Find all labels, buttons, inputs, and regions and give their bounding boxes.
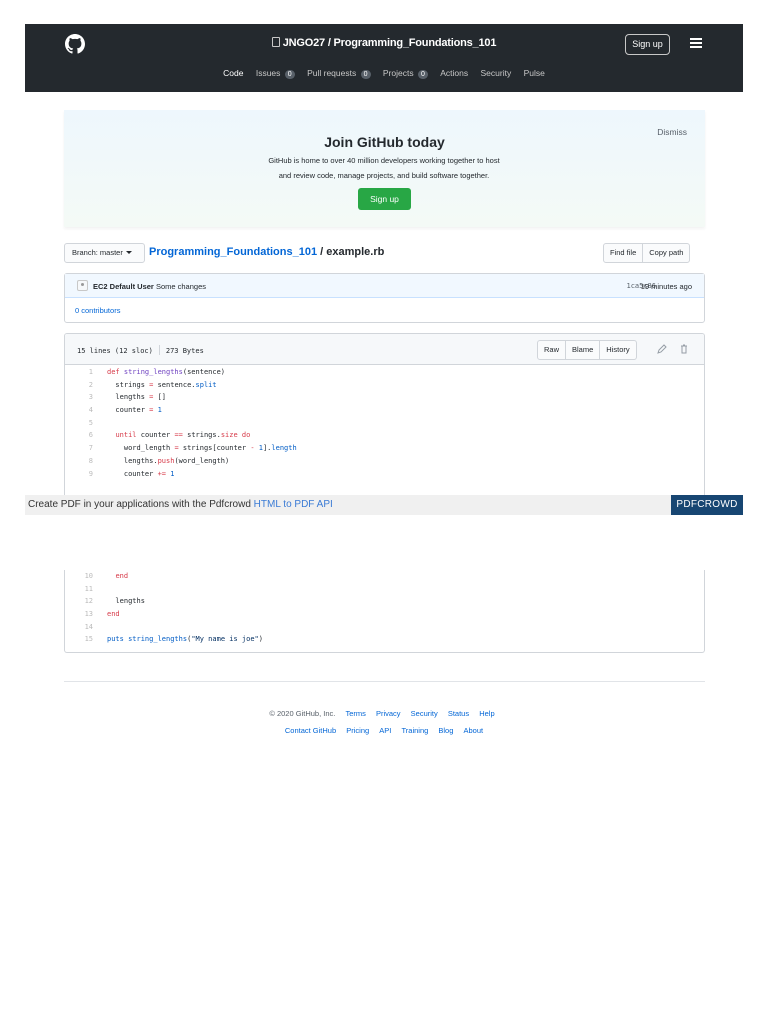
footer-link-blog[interactable]: Blog xyxy=(438,726,453,735)
code-line: 14 xyxy=(84,622,93,631)
code-line: 15 puts string_lengths("My name is joe") xyxy=(84,635,263,644)
footer-link-training[interactable]: Training xyxy=(401,726,428,735)
breadcrumb-repo-link[interactable]: Programming_Foundations_101 xyxy=(149,246,317,258)
repo-nav: Code Issues 0 Pull requests 0 Projects 0… xyxy=(25,68,743,79)
file-actions-group: Find file Copy path xyxy=(603,243,691,263)
footer-link-terms[interactable]: Terms xyxy=(345,709,365,718)
code-line: 13 end xyxy=(84,610,120,619)
code-view-bottom: 10 end 11 12 lengths 13 end 14 15 puts str… xyxy=(65,570,704,646)
file-box: 15 lines (12 sloc) 273 Bytes Raw Blame Hi… xyxy=(64,333,705,495)
commit-time: 19 minutes ago xyxy=(640,282,692,291)
commit-tease: EC2 Default User Some changes 1ca5c86 19… xyxy=(64,273,705,323)
code-line: 5 xyxy=(88,418,93,427)
code-line: 3 lengths = [] xyxy=(88,393,167,402)
footer-link-status[interactable]: Status xyxy=(448,709,469,718)
code-line: 9 counter += 1 xyxy=(88,469,175,478)
commit-author[interactable]: EC2 Default User xyxy=(93,282,154,291)
code-line: 2 strings = sentence.split xyxy=(88,380,217,389)
footer-link-contact[interactable]: Contact GitHub xyxy=(285,726,336,735)
tab-pull-requests[interactable]: Pull requests 0 xyxy=(307,68,371,79)
pdfcrowd-link[interactable]: HTML to PDF API xyxy=(254,499,333,510)
code-line: 6 until counter == strings.size do xyxy=(88,431,251,440)
trash-icon[interactable] xyxy=(679,344,689,354)
breadcrumb-file: example.rb xyxy=(326,246,385,258)
code-line: 8 lengths.push(word_length) xyxy=(88,456,230,465)
issues-count-badge: 0 xyxy=(284,70,295,79)
code-line: 10 end xyxy=(84,572,129,580)
footer-row-1: © 2020 GitHub, Inc. Terms Privacy Securi… xyxy=(0,709,768,718)
history-button[interactable]: History xyxy=(599,340,637,360)
banner-description: GitHub is home to over 40 million develo… xyxy=(268,156,500,180)
tab-security[interactable]: Security xyxy=(481,68,512,78)
site-header: JNGO27 / Programming_Foundations_101 Sig… xyxy=(25,24,743,92)
projects-count-badge: 0 xyxy=(417,70,428,79)
avatar[interactable] xyxy=(77,280,88,291)
tab-actions[interactable]: Actions xyxy=(440,68,468,78)
footer-link-security[interactable]: Security xyxy=(411,709,438,718)
raw-button[interactable]: Raw xyxy=(537,340,567,360)
banner-title: Join GitHub today xyxy=(324,134,445,150)
footer-link-privacy[interactable]: Privacy xyxy=(376,709,401,718)
code-line: 7 word_length = strings[counter - 1].len… xyxy=(88,444,297,453)
file-header: 15 lines (12 sloc) 273 Bytes Raw Blame Hi… xyxy=(65,334,704,365)
blame-button[interactable]: Blame xyxy=(565,340,601,360)
footer-link-about[interactable]: About xyxy=(464,726,484,735)
pdfcrowd-brand-button[interactable]: PDFCROWD xyxy=(671,495,743,515)
tab-projects[interactable]: Projects 0 xyxy=(383,68,428,79)
code-line: 12 lengths xyxy=(84,597,145,606)
hamburger-menu-icon[interactable] xyxy=(690,38,702,48)
branch-select-button[interactable]: Branch: master xyxy=(64,243,145,263)
footer-divider xyxy=(64,681,705,682)
caret-down-icon xyxy=(125,251,132,254)
pencil-icon[interactable] xyxy=(657,344,667,354)
breadcrumb: Programming_Foundations_101 / example.rb xyxy=(149,246,385,258)
commit-header: EC2 Default User Some changes 1ca5c86 19… xyxy=(65,274,704,298)
tab-code[interactable]: Code xyxy=(223,68,243,78)
code-line: 4 counter = 1 xyxy=(88,406,162,415)
pdfcrowd-bar: Create PDF in your applications with the… xyxy=(25,495,743,515)
pull-requests-count-badge: 0 xyxy=(360,70,371,79)
tab-issues[interactable]: Issues 0 xyxy=(256,68,295,79)
footer-link-help[interactable]: Help xyxy=(479,709,494,718)
file-view-buttons: Raw Blame History xyxy=(537,340,637,360)
footer-link-pricing[interactable]: Pricing xyxy=(346,726,369,735)
footer-link-api[interactable]: API xyxy=(379,726,391,735)
copy-path-button[interactable]: Copy path xyxy=(642,243,691,263)
code-line: 1 def string_lengths(sentence) xyxy=(88,368,226,376)
repo-book-icon xyxy=(271,37,280,47)
footer-row-2: Contact GitHub Pricing API Training Blog… xyxy=(0,726,768,735)
find-file-button[interactable]: Find file xyxy=(603,243,644,263)
tab-pulse[interactable]: Pulse xyxy=(524,68,545,78)
code-line: 11 xyxy=(84,584,93,593)
footer-copyright: © 2020 GitHub, Inc. xyxy=(269,709,336,718)
header-signup-button[interactable]: Sign up xyxy=(625,34,670,55)
commit-message[interactable]: Some changes xyxy=(156,282,206,291)
contributors-link[interactable]: 0 contributors xyxy=(75,306,120,315)
file-box-continued: 10 end 11 12 lengths 13 end 14 15 puts str… xyxy=(64,570,705,653)
file-info: 15 lines (12 sloc) 273 Bytes xyxy=(77,345,204,355)
banner-signup-button[interactable]: Sign up xyxy=(358,188,411,210)
join-github-banner: Dismiss Join GitHub today GitHub is home… xyxy=(64,110,705,227)
code-view-top: 1 def string_lengths(sentence) 2 strings … xyxy=(65,365,704,480)
